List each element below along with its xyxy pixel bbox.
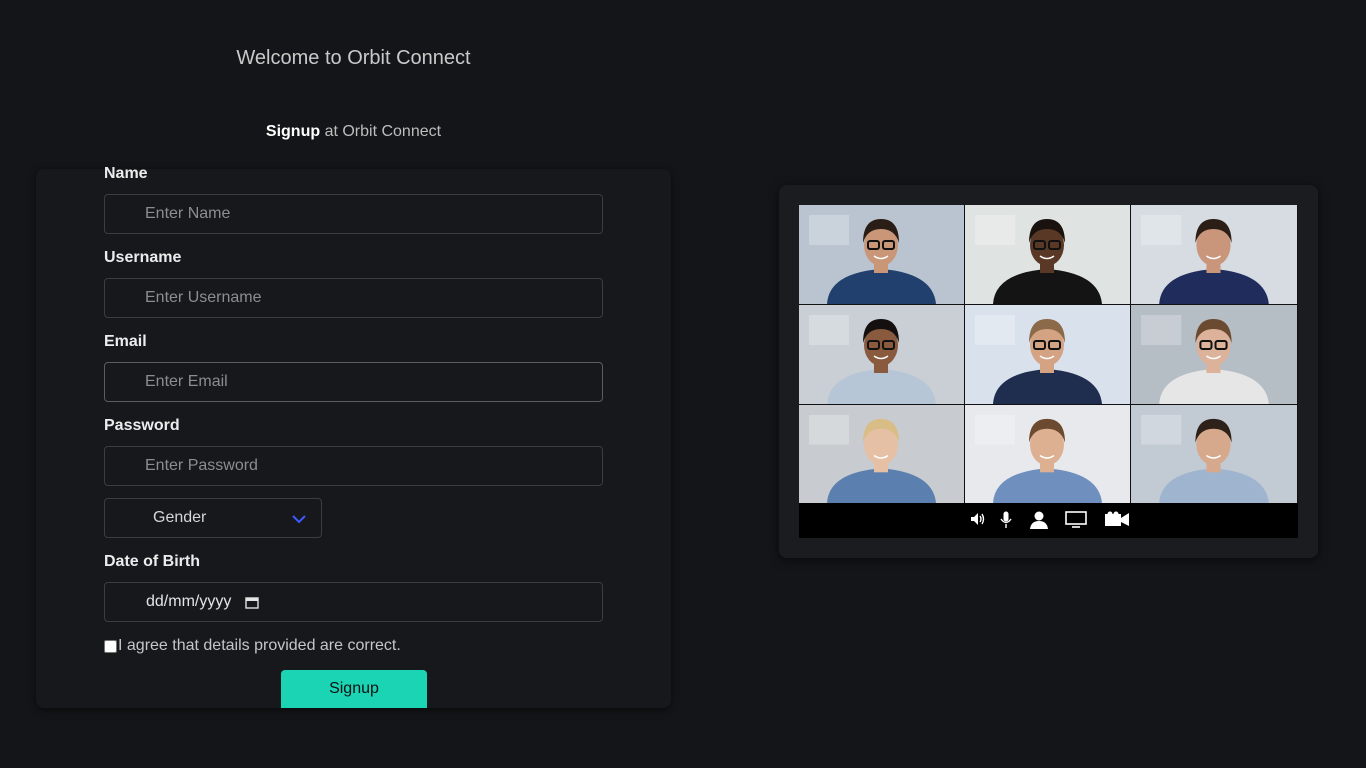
password-label: Password (104, 417, 180, 434)
participant-tile (799, 205, 964, 304)
signup-subtitle: Signup at Orbit Connect (0, 123, 707, 141)
email-label: Email (104, 333, 147, 350)
name-label: Name (104, 165, 148, 182)
video-camera-icon (1105, 511, 1129, 526)
username-placeholder: Enter Username (145, 289, 262, 306)
name-input[interactable]: Enter Name (104, 194, 603, 234)
video-call-image (799, 205, 1298, 538)
name-placeholder: Enter Name (145, 205, 231, 222)
gender-select[interactable]: Gender (104, 498, 322, 538)
dob-value: dd/mm/yyyy (146, 593, 232, 610)
username-label: Username (104, 249, 182, 266)
participant-tile (965, 305, 1130, 404)
speaker-icon (971, 513, 985, 525)
participant-tile (799, 305, 964, 404)
agree-row: I agree that details provided are correc… (104, 637, 401, 655)
participant-portrait (965, 405, 1130, 503)
participant-portrait (965, 305, 1130, 404)
call-toolbar (799, 503, 1298, 538)
email-placeholder: Enter Email (145, 373, 228, 390)
signup-subtitle-rest: at Orbit Connect (320, 123, 442, 140)
participant-tile (1131, 205, 1297, 304)
password-placeholder: Enter Password (145, 457, 258, 474)
agree-label: I agree that details provided are correc… (118, 637, 401, 654)
calendar-icon[interactable] (245, 596, 260, 609)
participant-portrait (799, 205, 964, 304)
participant-grid (799, 205, 1298, 503)
participant-portrait (1131, 405, 1297, 503)
signup-button[interactable]: Signup (281, 670, 427, 708)
participant-portrait (799, 405, 964, 503)
participant-portrait (965, 205, 1130, 304)
agree-checkbox[interactable] (104, 639, 117, 653)
welcome-heading: Welcome to Orbit Connect (236, 47, 471, 69)
participant-tile (1131, 405, 1297, 503)
email-input[interactable]: Enter Email (104, 362, 603, 402)
gender-selected: Gender (153, 509, 207, 526)
person-icon (1030, 511, 1048, 529)
microphone-icon (1000, 511, 1012, 528)
dob-label: Date of Birth (104, 553, 200, 570)
participant-tile (1131, 305, 1297, 404)
participant-portrait (799, 305, 964, 404)
password-input[interactable]: Enter Password (104, 446, 603, 486)
participant-tile (965, 205, 1130, 304)
dob-input[interactable]: dd/mm/yyyy (104, 582, 603, 622)
participant-portrait (1131, 205, 1297, 304)
participant-tile (799, 405, 964, 503)
signup-subtitle-strong: Signup (265, 123, 321, 140)
participant-tile (965, 405, 1130, 503)
participant-portrait (1131, 305, 1297, 404)
signup-page: Welcome to Orbit Connect Signup at Orbit… (0, 0, 1366, 768)
screen-share-icon (1065, 511, 1087, 528)
username-input[interactable]: Enter Username (104, 278, 603, 318)
signup-form-card: Name Enter Name Username Enter Username … (36, 165, 671, 708)
video-call-preview (779, 185, 1318, 558)
chevron-down-icon (292, 515, 306, 524)
